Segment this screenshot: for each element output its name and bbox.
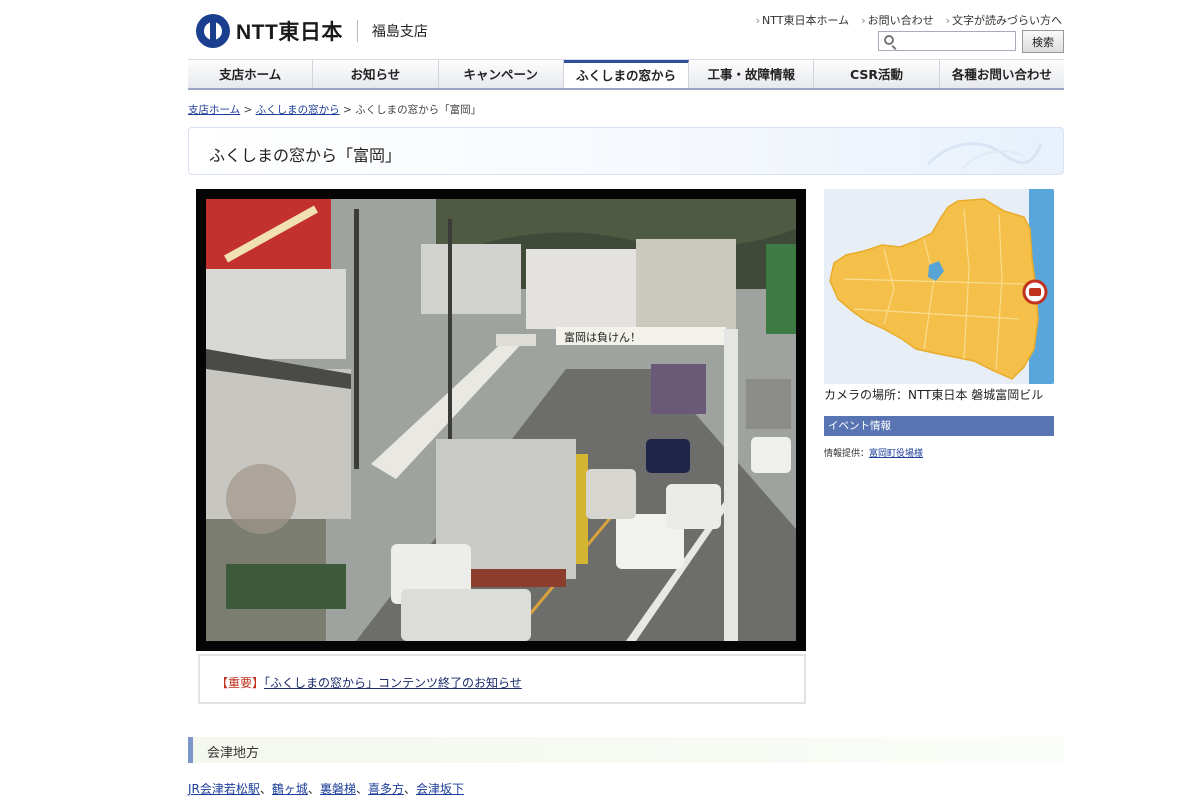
tab-news[interactable]: お知らせ — [313, 60, 439, 88]
live-camera-frame: 富岡は負けん！ — [196, 189, 806, 651]
arrow-icon: › — [755, 14, 761, 27]
breadcrumb: 支店ホーム > ふくしまの窓から > ふくしまの窓から「富岡」 — [188, 102, 481, 117]
region-link-urabandai[interactable]: 裏磐梯 — [320, 782, 356, 796]
region-link-kitakata[interactable]: 喜多方 — [368, 782, 404, 796]
street-scene: 富岡は負けん！ — [206, 199, 796, 641]
fukushima-map[interactable] — [824, 189, 1054, 384]
breadcrumb-link-home[interactable]: 支店ホーム — [188, 104, 240, 116]
ntt-logo[interactable]: NTT東日本 福島支店 — [196, 14, 428, 48]
breadcrumb-separator: > — [339, 104, 356, 116]
breadcrumb-separator: > — [240, 104, 256, 116]
utility-links: › NTT東日本ホーム › お問い合わせ › 文字が読みづらい方へ — [756, 12, 1062, 28]
tab-csr[interactable]: CSR活動 — [814, 60, 940, 88]
util-link-accessibility-label: 文字が読みづらい方へ — [952, 14, 1062, 27]
region-link-separator: 、 — [307, 782, 320, 796]
search-input[interactable] — [878, 31, 1016, 51]
util-link-contact[interactable]: › お問い合わせ — [861, 12, 933, 28]
brand-name: NTT東日本 — [236, 21, 343, 44]
region-link-aizuwakamatsu[interactable]: JR会津若松駅 — [188, 782, 260, 796]
region-link-list: JR会津若松駅、鶴ヶ城、裏磐梯、喜多方、会津坂下 — [188, 780, 464, 797]
util-link-accessibility[interactable]: › 文字が読みづらい方へ — [946, 12, 1062, 28]
tab-construction-info[interactable]: 工事・故障情報 — [689, 60, 815, 88]
branch-name: 福島支店 — [371, 24, 428, 40]
region-link-separator: 、 — [355, 782, 368, 796]
info-source: 情報提供：富岡町役場様 — [824, 446, 923, 459]
important-tag: 【重要】 — [216, 676, 265, 690]
page-title-band: ふくしまの窓から「富岡」 — [188, 127, 1064, 175]
ntt-logo-icon — [196, 14, 230, 48]
info-source-link[interactable]: 富岡町役場様 — [869, 449, 923, 459]
util-link-home-label: NTT東日本ホーム — [762, 14, 850, 27]
fukushima-map-image — [824, 189, 1054, 384]
region-link-separator: 、 — [259, 782, 272, 796]
arrow-icon: › — [945, 14, 950, 27]
global-nav: 支店ホーム お知らせ キャンペーン ふくしまの窓から 工事・故障情報 CSR活動… — [188, 59, 1064, 90]
decorative-swirl — [926, 142, 1043, 169]
logo-divider — [356, 20, 358, 42]
tab-fukushima-window[interactable]: ふくしまの窓から — [563, 60, 690, 88]
notice-link[interactable]: 「ふくしまの窓から」コンテンツ終了のお知らせ — [264, 676, 522, 690]
region-link-tsurugajo[interactable]: 鶴ヶ城 — [272, 782, 308, 796]
info-source-label: 情報提供： — [824, 449, 870, 459]
util-link-home[interactable]: › NTT東日本ホーム — [756, 12, 850, 28]
region-heading: 会津地方 — [188, 737, 1064, 763]
important-notice: 【重要】「ふくしまの窓から」コンテンツ終了のお知らせ — [198, 654, 806, 704]
camera-banner-text: 富岡は負けん！ — [564, 330, 641, 344]
util-link-contact-label: お問い合わせ — [867, 14, 934, 27]
breadcrumb-link-fukushima[interactable]: ふくしまの窓から — [256, 104, 340, 116]
live-camera-image: 富岡は負けん！ — [206, 199, 796, 641]
search-icon — [884, 35, 894, 45]
tab-campaign[interactable]: キャンペーン — [439, 60, 564, 88]
tab-contact[interactable]: 各種お問い合わせ — [940, 60, 1064, 88]
region-link-aizubange[interactable]: 会津坂下 — [416, 782, 464, 796]
tab-branch-home[interactable]: 支店ホーム — [188, 60, 314, 88]
arrow-icon: › — [861, 14, 866, 27]
event-info-heading: イベント情報 — [824, 416, 1054, 436]
region-link-separator: 、 — [403, 782, 416, 796]
region-title: 会津地方 — [207, 746, 260, 761]
search-button[interactable]: 検索 — [1022, 30, 1064, 53]
breadcrumb-current: ふくしまの窓から「富岡」 — [355, 104, 482, 116]
page-title: ふくしまの窓から「富岡」 — [209, 146, 402, 165]
camera-location: カメラの場所：NTT東日本 磐城富岡ビル — [824, 388, 1044, 402]
